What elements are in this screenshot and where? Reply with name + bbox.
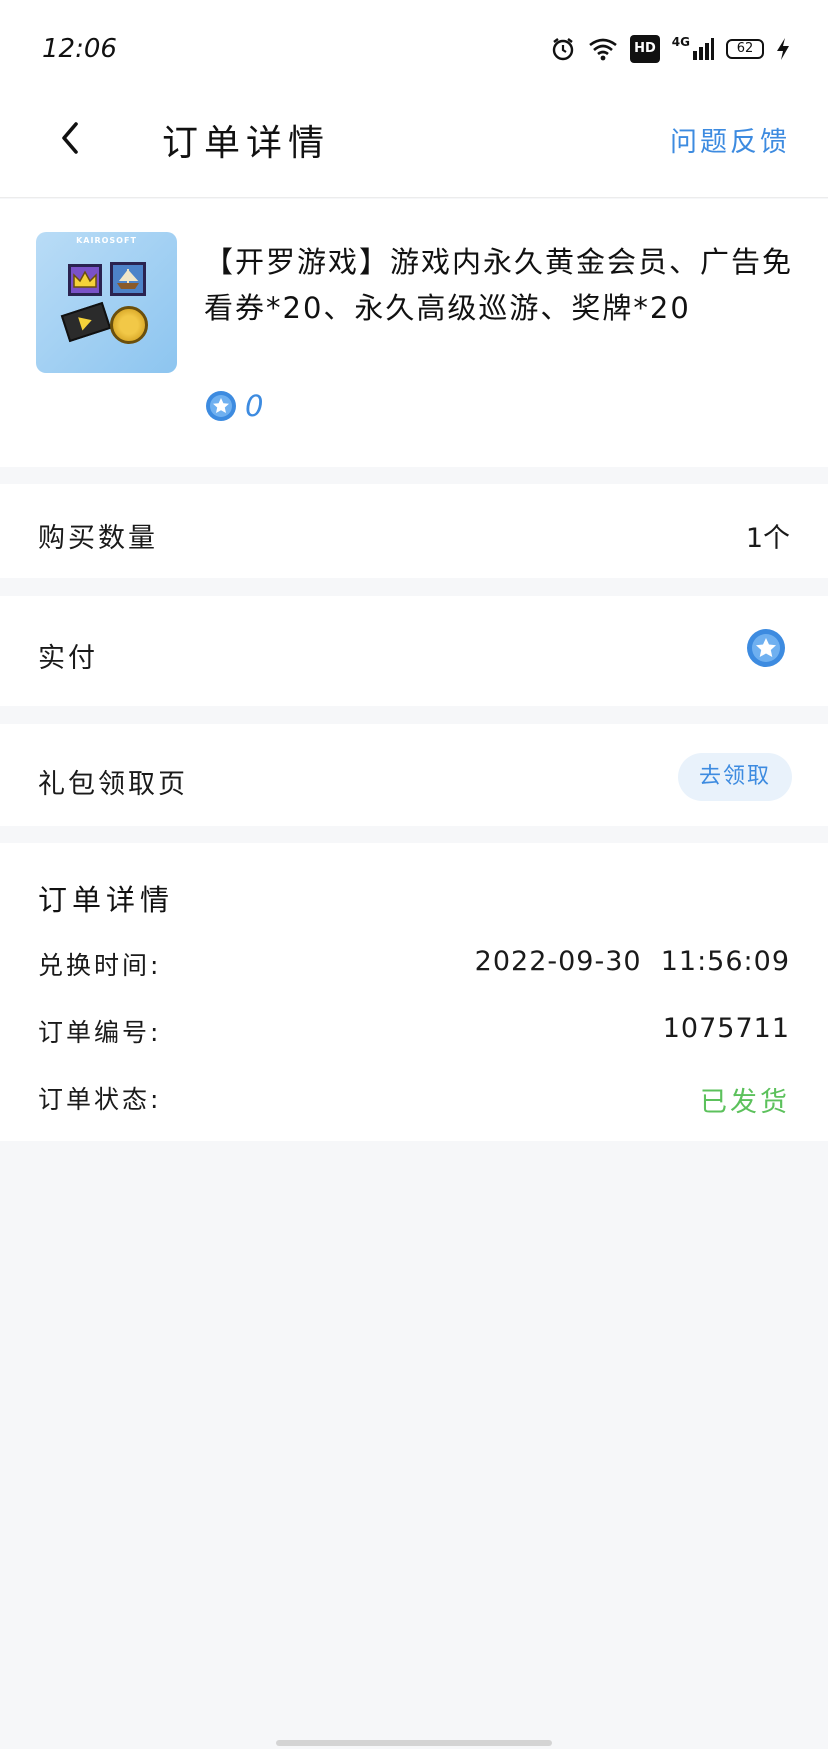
order-no-row: 订单编号: 1075711 [38,1013,790,1053]
quantity-value: 1个 [745,523,790,554]
order-details: 订单详情 兑换时间: 2022-09-30 11:56:09 订单编号: 107… [0,843,828,1141]
status-bar: 12:06 HD 4G 62 [0,0,828,100]
product-title: 【开罗游戏】游戏内永久黄金会员、广告免看券*20、永久高级巡游、奖牌*20 [204,245,794,325]
order-no-label: 订单编号: [38,1018,162,1047]
home-indicator[interactable] [276,1740,552,1746]
network-type: 4G [671,35,690,49]
hd-badge: HD [630,35,660,63]
page-title: 订单详情 [162,123,331,164]
status-time: 12:06 [42,34,117,64]
status-value: 已发货 [700,1087,790,1118]
product-card: KAIROSOFT 【开罗游戏】游戏内永久黄金会员、广告免看券*20、永久高级巡… [0,199,828,467]
coin-icon [746,628,786,668]
quantity-row: 购买数量 1个 [0,484,828,578]
price-row: 0 [205,389,263,423]
charging-icon [776,35,790,63]
navbar: 订单详情 问题反馈 [0,100,828,198]
back-chevron-icon[interactable] [52,118,92,158]
medal-icon [110,306,148,344]
signal-icon: 4G [672,35,714,63]
details-title: 订单详情 [38,883,175,917]
crown-icon [68,264,102,296]
gift-row: 礼包领取页 去领取 [0,724,828,826]
ship-icon [110,262,146,296]
status-row: 订单状态: 已发货 [38,1080,790,1120]
redeem-time-label: 兑换时间: [38,951,162,980]
status-label: 订单状态: [38,1085,162,1114]
redeem-time-value: 2022-09-30 11:56:09 [474,946,790,977]
coin-icon [205,390,237,422]
wifi-icon [588,35,618,63]
price-value: 0 [245,389,264,423]
order-no-value: 1075711 [662,1013,790,1044]
redeem-time-row: 兑换时间: 2022-09-30 11:56:09 [38,946,790,986]
alarm-icon [550,35,576,63]
ticket-icon [60,301,112,343]
gift-label: 礼包领取页 [38,769,188,800]
quantity-label: 购买数量 [38,523,158,554]
battery-icon: 62 [726,39,764,59]
paid-row: 实付 [0,596,828,706]
product-thumbnail: KAIROSOFT [36,232,177,373]
claim-button[interactable]: 去领取 [678,753,792,801]
feedback-link[interactable]: 问题反馈 [670,120,790,159]
thumbnail-caption: KAIROSOFT [76,236,137,245]
status-icons: HD 4G 62 [550,34,790,64]
paid-label: 实付 [38,643,98,674]
